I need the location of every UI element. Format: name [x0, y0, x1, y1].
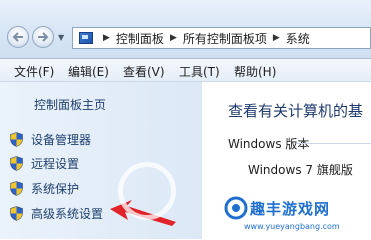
page-title: 查看有关计算机的基 — [228, 102, 364, 120]
watermark-circle — [118, 162, 176, 220]
menu-view[interactable]: 查看(V) — [123, 63, 165, 80]
task-label: 高级系统设置 — [31, 206, 104, 221]
task-remote-settings[interactable]: 远程设置 — [10, 155, 79, 171]
menu-help[interactable]: 帮助(H) — [234, 63, 276, 80]
section-divider — [296, 143, 371, 144]
control-panel-home-link[interactable]: 控制面板主页 — [34, 96, 106, 113]
menu-tools[interactable]: 工具(T) — [179, 63, 220, 80]
windows-edition: Windows 7 旗舰版 — [248, 163, 353, 177]
breadcrumb-separator-icon[interactable]: ▶ — [273, 33, 280, 43]
breadcrumb-all-items[interactable]: 所有控制面板项 — [183, 30, 267, 47]
uac-shield-icon — [10, 131, 23, 147]
task-advanced-system-settings[interactable]: 高级系统设置 — [10, 205, 103, 221]
breadcrumb-separator-icon[interactable]: ▶ — [103, 33, 110, 43]
forward-button[interactable] — [32, 26, 54, 48]
control-panel-icon — [79, 32, 93, 44]
watermark-site-name: 趣丰游戏网 — [250, 200, 331, 218]
menu-edit[interactable]: 编辑(E) — [68, 63, 109, 80]
uac-shield-icon — [10, 180, 23, 196]
task-label: 远程设置 — [31, 156, 80, 171]
forward-arrow-icon — [38, 32, 49, 42]
menu-bar: 文件(F) 编辑(E) 查看(V) 工具(T) 帮助(H) — [0, 59, 371, 82]
task-label: 系统保护 — [31, 181, 80, 196]
uac-shield-icon — [10, 155, 23, 171]
breadcrumb-separator-icon[interactable]: ▶ — [170, 33, 177, 43]
back-arrow-icon — [12, 32, 23, 42]
task-label: 设备管理器 — [31, 132, 92, 147]
task-device-manager[interactable]: 设备管理器 — [10, 131, 91, 147]
back-button[interactable] — [7, 26, 29, 48]
breadcrumb-control-panel[interactable]: 控制面板 — [116, 30, 164, 47]
recent-pages-chevron-icon[interactable]: ▼ — [58, 33, 64, 42]
address-bar[interactable]: ▶ 控制面板 ▶ 所有控制面板项 ▶ 系统 — [72, 27, 371, 49]
uac-shield-icon — [10, 205, 23, 221]
task-system-protection[interactable]: 系统保护 — [10, 180, 79, 196]
navigation-bar: ▼ ▶ 控制面板 ▶ 所有控制面板项 ▶ 系统 — [0, 0, 371, 59]
watermark-logo-icon — [224, 196, 248, 220]
watermark-url: www.yueyangbang.com — [244, 222, 340, 231]
menu-file[interactable]: 文件(F) — [14, 63, 54, 80]
breadcrumb-system[interactable]: 系统 — [286, 30, 310, 47]
